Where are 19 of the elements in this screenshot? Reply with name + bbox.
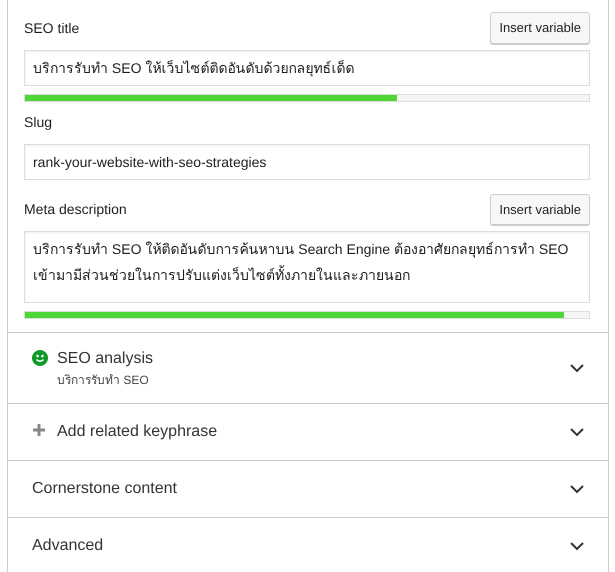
text-field[interactable]: rank-your-website-with-seo-strategies: [24, 144, 590, 180]
chevron-down-icon[interactable]: [570, 542, 584, 551]
insert-variable-button[interactable]: Insert variable: [490, 12, 590, 44]
plus-icon: [32, 423, 46, 438]
field-label: SEO title: [24, 18, 80, 38]
field-label: Slug: [24, 112, 52, 132]
text-field[interactable]: บริการรับทำ SEO ให้เว็บไซต์ติดอันดับด้วยกลยุทธ์เด็ด: [24, 50, 590, 86]
chevron-down-icon[interactable]: [570, 364, 584, 373]
chevron-down-icon[interactable]: [570, 428, 584, 437]
description-field[interactable]: บริการรับทำ SEO ให้ติดอันดับการค้นหาบน Search Engine ต้องอาศัยกลยุทธ์การทำ SEO เข้ามามีส่วนช่วยในการปรับแต่งเว็บไซต์ทั้งภายในและภายนอก: [24, 231, 590, 304]
field-label: Meta description: [24, 200, 127, 220]
chevron-down-icon[interactable]: [570, 484, 584, 494]
section-title[interactable]: Advanced: [32, 534, 104, 558]
section-title[interactable]: Add related keyphrase: [57, 420, 218, 444]
section-subtitle: บริการรับทำ SEO: [57, 372, 150, 390]
insert-variable-button[interactable]: Insert variable: [490, 194, 590, 226]
section-title[interactable]: SEO analysis: [57, 347, 154, 372]
section-title[interactable]: Cornerstone content: [32, 477, 177, 502]
smiley-icon: [32, 350, 48, 366]
